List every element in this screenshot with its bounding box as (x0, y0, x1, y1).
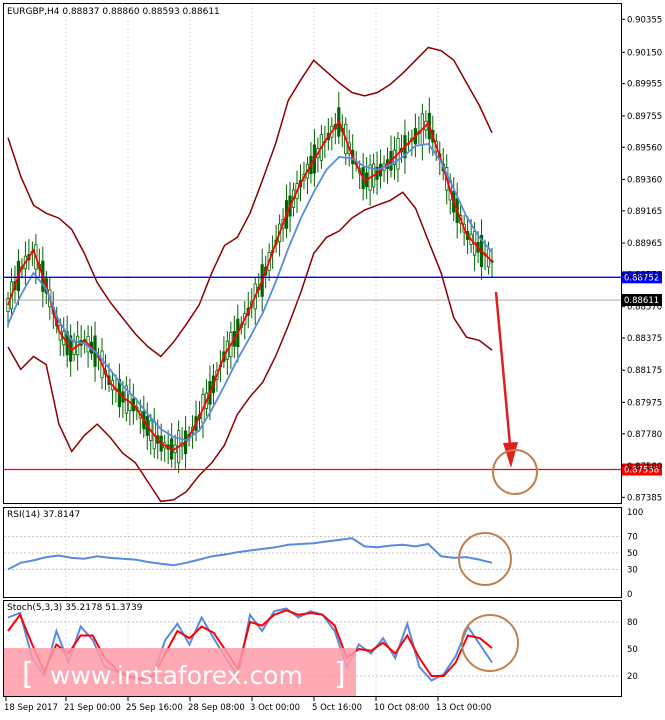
stoch-tick-label: 80 (627, 618, 638, 628)
x-tick-label: 25 Sep 16:00 (126, 703, 183, 713)
x-tick-label: 18 Sep 2017 (4, 703, 58, 713)
chart-svg: 0.887520.875580.88611 0.903550.901500.89… (3, 3, 662, 713)
y-tick-label: 0.88375 (627, 334, 662, 344)
y-tick-label: 0.88965 (627, 239, 662, 249)
x-tick-label: 3 Oct 00:00 (250, 703, 300, 713)
y-tick-label: 0.88570 (627, 303, 662, 313)
rsi-title: RSI(14) 37.8147 (7, 510, 80, 520)
chart-window: 0.88752 0.87558 0.88611 0.90355 0.90150 0.89… (0, 0, 665, 716)
stoch-tick-label: 20 (627, 672, 638, 682)
price-title: EURGBP,H4 0.88837 0.88860 0.88593 0.8861… (7, 7, 220, 17)
y-tick-label: 0.87580 (627, 462, 662, 472)
y-tick-label: 0.89560 (627, 143, 662, 153)
x-tick-label: 28 Sep 08:00 (188, 703, 245, 713)
x-tick-label: 5 Oct 16:00 (312, 703, 362, 713)
stoch-tick-label: 50 (627, 645, 638, 655)
y-tick-label: 0.89360 (627, 175, 662, 185)
y-tick-label: 0.88770 (627, 270, 662, 280)
y-tick-label: 0.89755 (627, 112, 662, 122)
instaforex-watermark: [ www.instaforex.com ] (4, 648, 356, 696)
watermark-bracket-left: [ (22, 657, 34, 692)
y-tick-label: 0.87975 (627, 398, 662, 408)
x-tick-label: 21 Sep 00:00 (64, 703, 121, 713)
price-panel (3, 3, 622, 504)
y-tick-label: 0.87780 (627, 430, 662, 440)
y-tick-label: 0.90150 (627, 48, 662, 58)
x-tick-label: 10 Oct 08:00 (374, 703, 429, 713)
rsi-tick-label: 0 (627, 590, 632, 600)
y-tick-label: 0.89955 (627, 80, 662, 90)
watermark-text: www.instaforex.com (50, 661, 303, 690)
rsi-tick-label: 100 (627, 508, 643, 518)
y-tick-label: 0.89165 (627, 207, 662, 217)
y-tick-label: 0.90355 (627, 15, 662, 25)
y-tick-label: 0.88175 (627, 366, 662, 376)
rsi-tick-label: 70 (627, 533, 638, 543)
y-tick-label: 0.87385 (627, 493, 662, 503)
rsi-tick-label: 30 (627, 565, 638, 575)
stoch-title: Stoch(5,3,3) 35.2178 51.3739 (7, 603, 143, 613)
watermark-bracket-right: ] (334, 657, 346, 692)
rsi-tick-label: 50 (627, 549, 638, 559)
x-tick-label: 13 Oct 00:00 (436, 703, 491, 713)
